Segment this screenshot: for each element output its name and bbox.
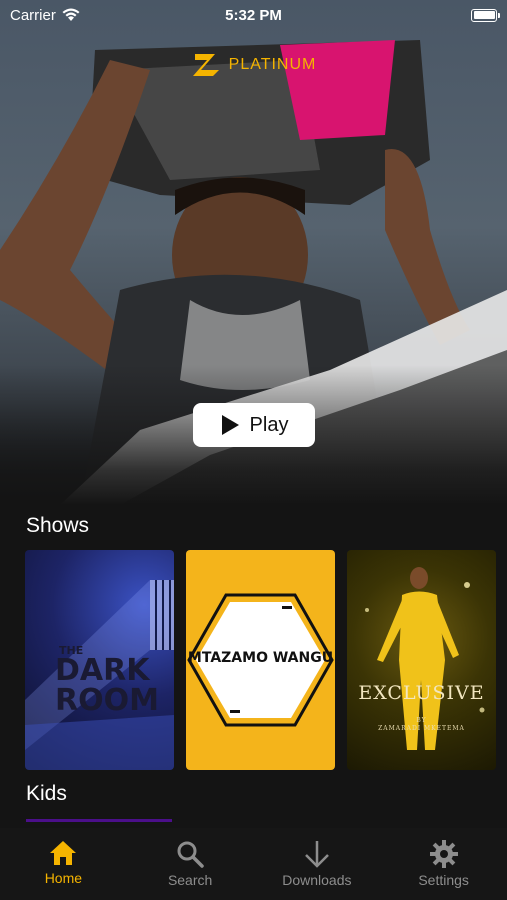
tab-search[interactable]: Search: [135, 840, 245, 888]
tab-settings[interactable]: Settings: [389, 840, 499, 888]
brand-name: PLATINUM: [228, 56, 317, 73]
platinum-logo: PLATINUM: [0, 50, 507, 80]
exclusive-title: EXCLUSIVE: [358, 682, 485, 704]
play-label: Play: [249, 413, 289, 436]
status-bar: Carrier 5:32 PM: [0, 0, 507, 30]
show-card-mtazamo-wangu[interactable]: MTAZAMO WANGU: [186, 550, 335, 770]
download-icon: [304, 841, 329, 868]
exclusive-poster-art: [365, 567, 485, 750]
shows-section-title: Shows: [26, 514, 90, 537]
show-card-dark-room[interactable]: THE DARK ROOM: [25, 550, 174, 770]
tab-downloads[interactable]: Downloads: [262, 840, 372, 888]
play-button[interactable]: Play: [193, 403, 315, 447]
platinum-star-icon: [192, 54, 219, 76]
exclusive-subtitle: ZAMARADI MKETEMA: [378, 725, 465, 732]
tab-downloads-label: Downloads: [282, 872, 352, 888]
wifi-icon: [62, 8, 80, 21]
tab-search-label: Search: [167, 872, 213, 888]
show-card-exclusive[interactable]: EXCLUSIVE BY ZAMARADI MKETEMA: [347, 550, 496, 770]
exclusive-by: BY: [416, 717, 427, 724]
hero-banner[interactable]: PLATINUM Play: [0, 0, 507, 505]
gear-icon: [429, 840, 458, 868]
home-icon: [50, 841, 77, 865]
tab-home-label: Home: [44, 870, 83, 886]
tab-bar: Home Search Downloads Settings: [0, 828, 507, 900]
carrier-label: Carrier: [10, 6, 56, 24]
tab-settings-label: Settings: [418, 872, 469, 888]
kids-section-title: Kids: [26, 782, 67, 805]
battery-icon: [471, 8, 500, 22]
search-icon: [177, 841, 204, 868]
dark-room-title: THE DARK ROOM: [55, 644, 159, 718]
mtazamo-wangu-title: MTAZAMO WANGU: [187, 650, 334, 666]
battery-level: [473, 11, 495, 19]
shows-carousel[interactable]: THE DARK ROOM MTAZAMO WANGU EXCLUSIVE BY…: [25, 550, 496, 770]
tab-home[interactable]: Home: [8, 840, 118, 886]
kids-row-peek: [26, 819, 172, 822]
play-icon: [221, 415, 239, 435]
